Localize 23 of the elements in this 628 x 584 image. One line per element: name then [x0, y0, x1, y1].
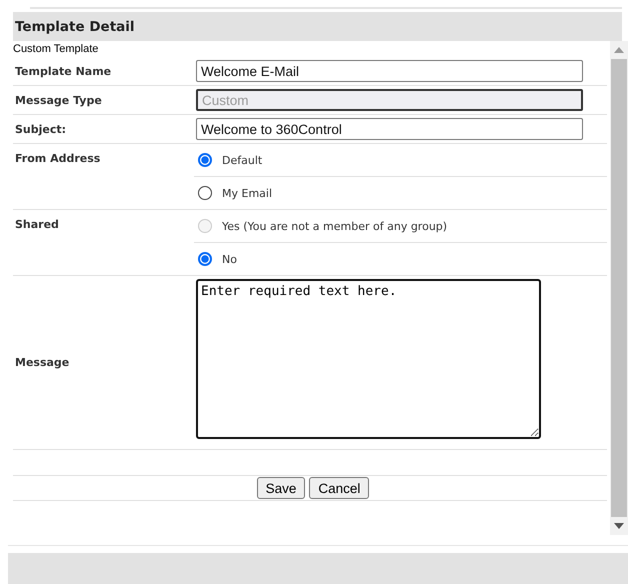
radio-button[interactable] — [198, 186, 212, 200]
save-button[interactable]: Save — [256, 477, 306, 499]
field-label: Message — [13, 276, 194, 449]
radio-label: Yes (You are not a member of any group) — [222, 220, 448, 232]
radio-label: My Email — [222, 186, 272, 200]
message-textarea[interactable]: Enter required text here. — [196, 279, 541, 439]
field-label: Subject: — [13, 115, 194, 143]
field-label: Message Type — [13, 86, 194, 114]
field-label: Template Name — [13, 57, 194, 85]
field-label: Shared — [13, 210, 194, 275]
cancel-button[interactable]: Cancel — [309, 477, 370, 499]
subtitle: Custom Template — [13, 42, 100, 57]
scroll-down-icon[interactable] — [614, 523, 624, 529]
input-field[interactable]: Welcome to 360Control — [196, 118, 583, 140]
scroll-up-icon[interactable] — [614, 47, 624, 53]
radio-label: No — [222, 252, 237, 266]
radio-button[interactable] — [198, 153, 212, 167]
field-label: From Address — [13, 144, 194, 209]
radio-button[interactable] — [198, 252, 212, 266]
radio-label: Default — [222, 154, 262, 166]
panel-title: Template Detail — [15, 18, 135, 34]
scrollbar[interactable] — [610, 41, 628, 535]
input-field[interactable]: Welcome E-Mail — [196, 60, 583, 82]
